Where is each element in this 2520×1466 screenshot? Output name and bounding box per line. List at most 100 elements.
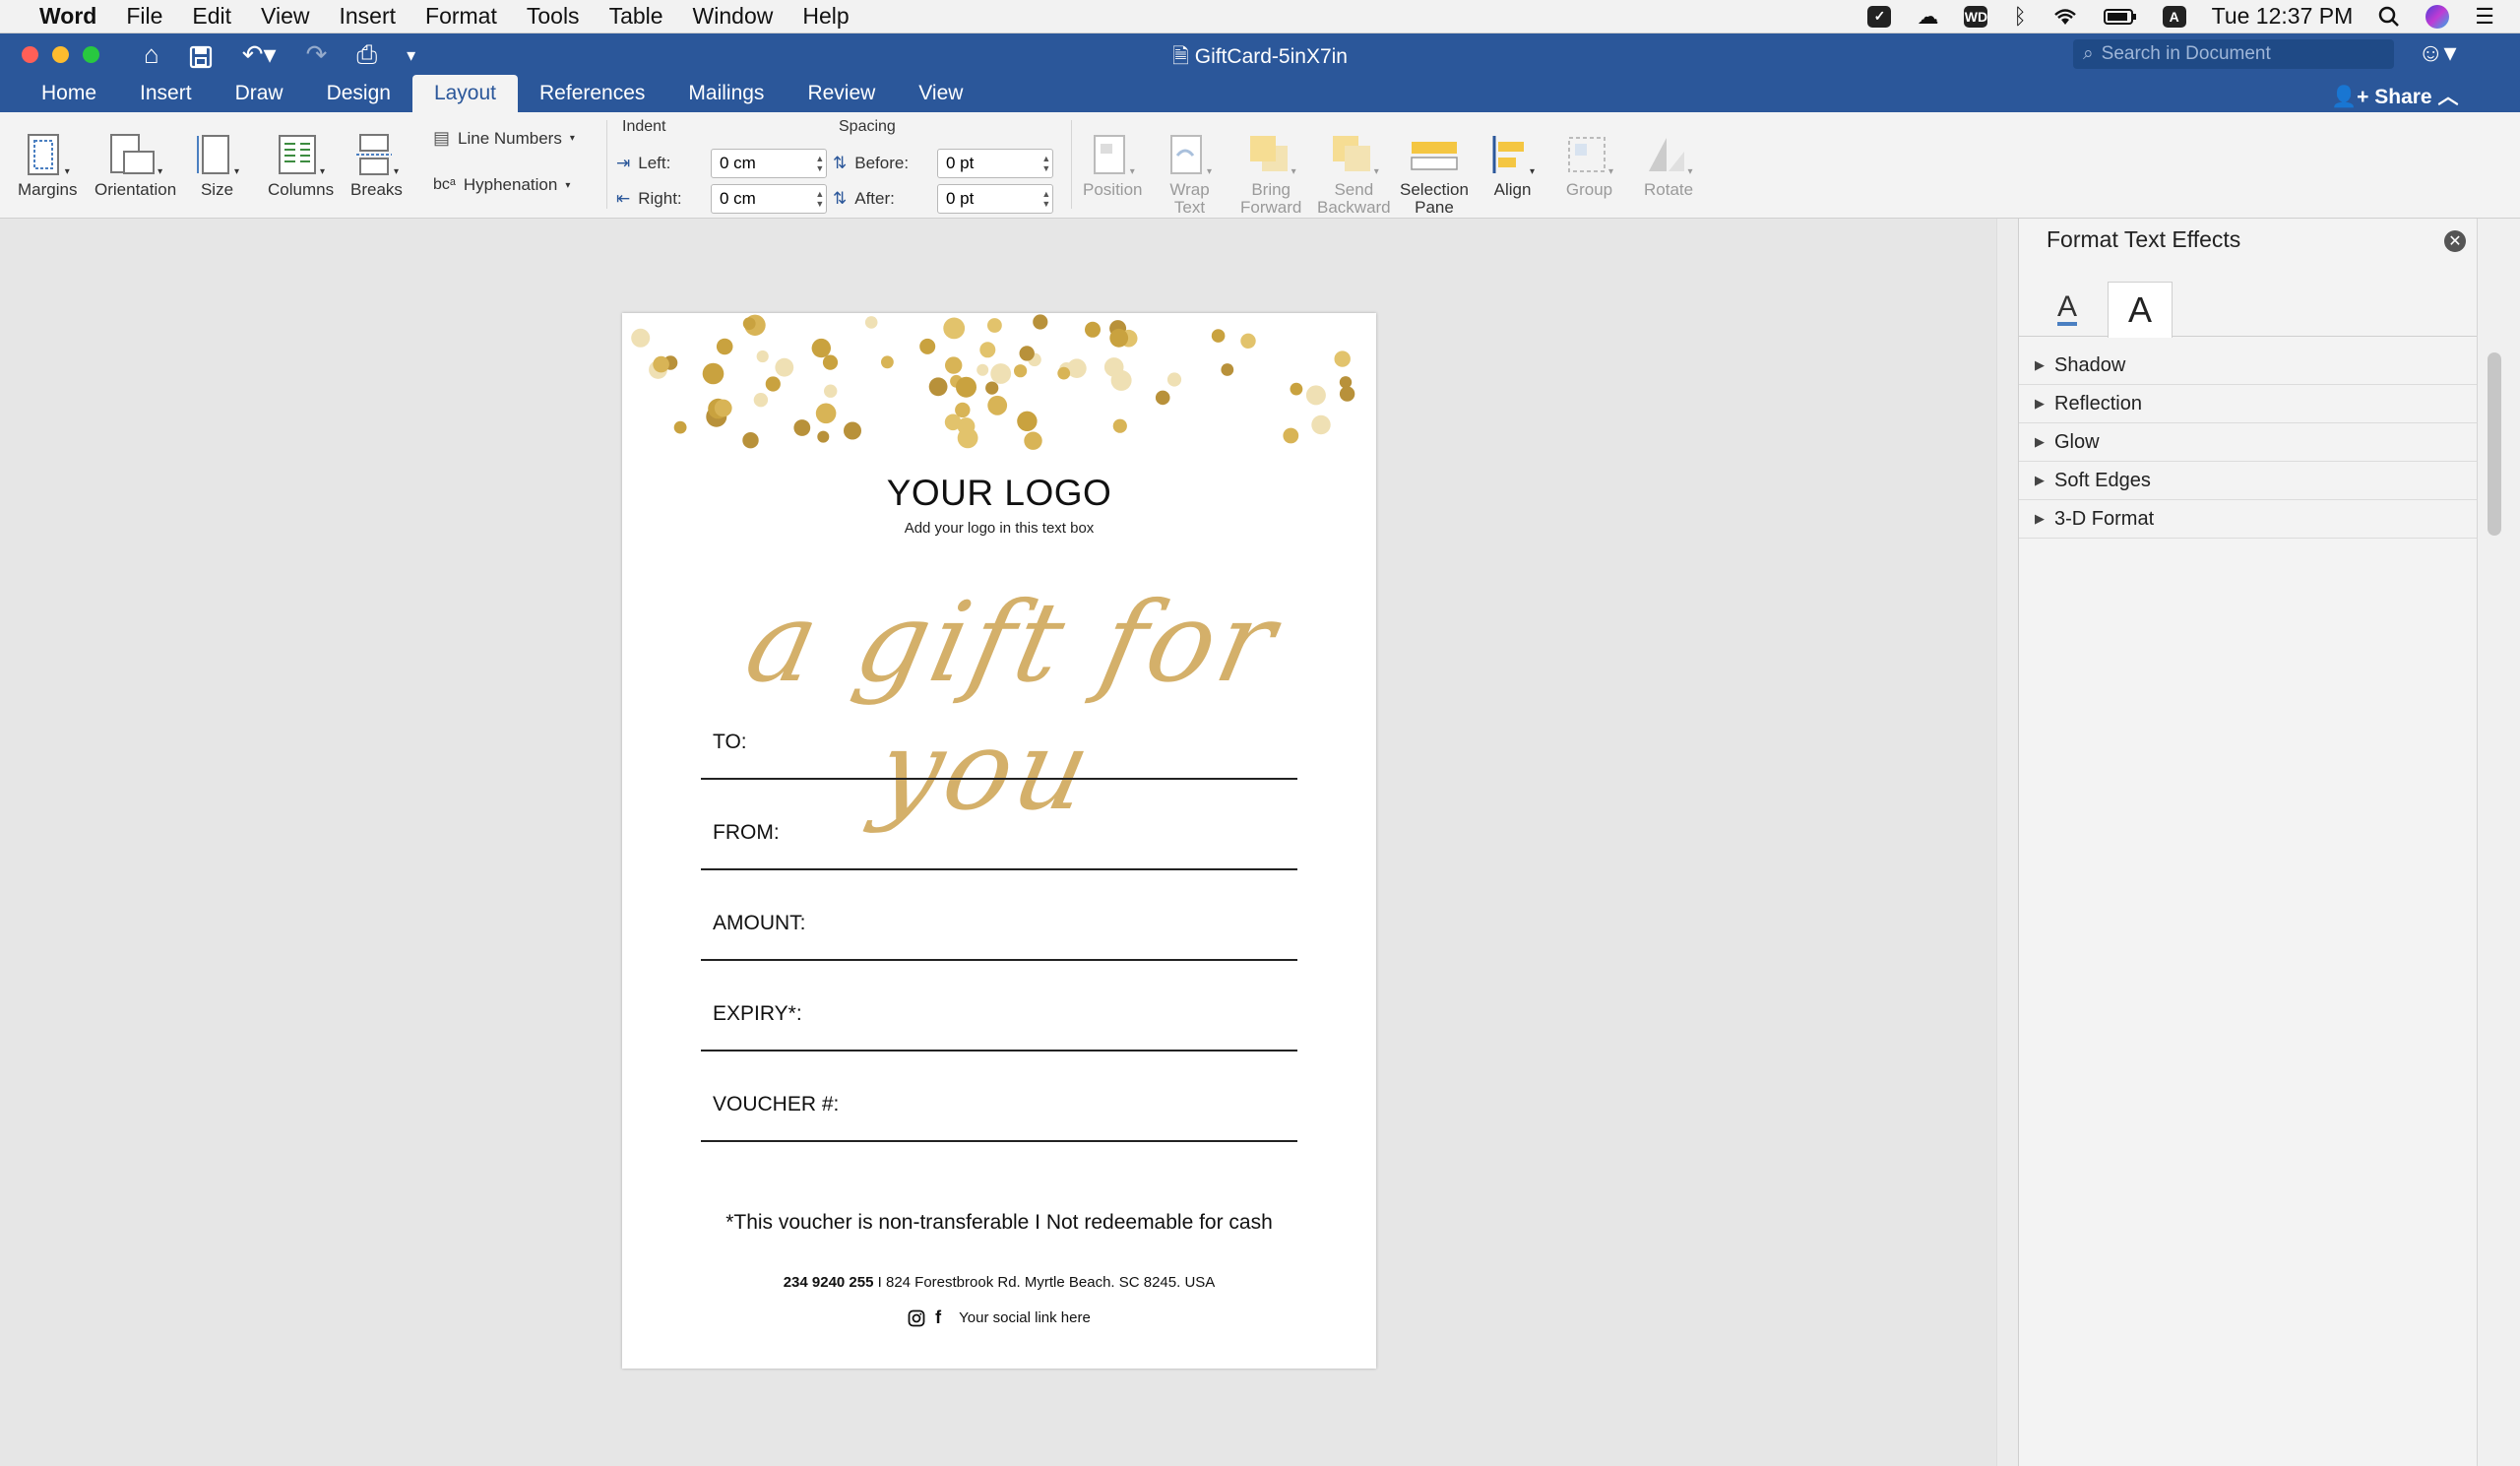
selection-pane-button[interactable]: Selection Pane: [1400, 124, 1469, 217]
spacing-after-field[interactable]: ▲▼: [937, 184, 1053, 214]
print-icon[interactable]: ⎙: [356, 39, 377, 71]
section-shadow[interactable]: ▶ Shadow: [2019, 347, 2478, 385]
spotlight-search-icon[interactable]: [2378, 6, 2400, 28]
indent-right-stepper[interactable]: ▲ ▼: [814, 189, 826, 209]
tab-home[interactable]: Home: [20, 76, 118, 111]
hyphenation-button[interactable]: bcᵃ Hyphenation ▾: [433, 175, 570, 195]
tab-layout[interactable]: Layout: [411, 75, 519, 112]
search-input[interactable]: [2101, 43, 2377, 65]
indent-left-stepper[interactable]: ▲ ▼: [814, 154, 826, 173]
spacing-before-field[interactable]: ▲▼: [937, 149, 1053, 178]
section-glow[interactable]: ▶ Glow: [2019, 423, 2478, 462]
send-backward-button[interactable]: ▾ Send Backward: [1317, 124, 1391, 217]
search-in-document[interactable]: ⌕: [2073, 39, 2394, 69]
save-icon[interactable]: [189, 45, 213, 69]
confetti-dot: [742, 317, 756, 331]
menu-format[interactable]: Format: [410, 3, 512, 30]
feedback-smiley-icon[interactable]: ☺▾: [2418, 37, 2457, 68]
field-expiry[interactable]: EXPIRY*:: [701, 1002, 1297, 1052]
wrap-text-button[interactable]: ▾ Wrap Text: [1167, 124, 1212, 217]
indent-right-input[interactable]: [712, 189, 814, 209]
spacing-after-input[interactable]: [938, 189, 1040, 209]
menu-app[interactable]: Word: [18, 3, 111, 30]
menu-table[interactable]: Table: [595, 3, 678, 30]
position-button[interactable]: ▾ Position: [1083, 124, 1142, 199]
bring-forward-button[interactable]: ▾ Bring Forward: [1240, 124, 1301, 217]
size-button[interactable]: ▾ Size: [195, 124, 239, 199]
input-source-icon[interactable]: A: [2162, 5, 2186, 28]
orientation-button[interactable]: ▾ Orientation: [94, 124, 176, 199]
minimize-window-button[interactable]: [52, 46, 69, 63]
wifi-icon[interactable]: [2052, 7, 2078, 27]
menu-edit[interactable]: Edit: [177, 3, 246, 30]
menu-window[interactable]: Window: [678, 3, 788, 30]
spacing-after-stepper[interactable]: ▲ ▼: [1040, 189, 1052, 209]
field-to[interactable]: TO:: [701, 731, 1297, 780]
tab-design[interactable]: Design: [305, 76, 412, 111]
share-button[interactable]: 👤+ Share ︿: [2331, 81, 2458, 110]
tab-draw[interactable]: Draw: [214, 76, 305, 111]
vertical-scrollbar[interactable]: [2477, 219, 2520, 1466]
align-button[interactable]: ▾ Align: [1490, 124, 1535, 199]
spacing-before-input[interactable]: [938, 154, 1040, 173]
tab-view[interactable]: View: [897, 76, 984, 111]
section-reflection[interactable]: ▶ Reflection: [2019, 385, 2478, 423]
home-icon[interactable]: ⌂: [144, 39, 159, 71]
margins-button[interactable]: ▾ Margins: [18, 124, 77, 199]
menu-tools[interactable]: Tools: [512, 3, 595, 30]
columns-button[interactable]: ▾ Columns: [268, 124, 334, 199]
checkmark-status-icon[interactable]: ✓: [1867, 5, 1892, 28]
confetti-dot: [1155, 390, 1170, 406]
customize-qat-icon[interactable]: ▾: [407, 45, 415, 71]
indent-left-input[interactable]: [712, 154, 814, 173]
menu-insert[interactable]: Insert: [324, 3, 410, 30]
confetti-dot: [1024, 431, 1042, 450]
spacing-before-stepper[interactable]: ▲ ▼: [1040, 154, 1052, 173]
siri-icon[interactable]: [2426, 4, 2450, 29]
document-page[interactable]: YOUR LOGO Add your logo in this text box…: [622, 313, 1376, 1369]
tab-review[interactable]: Review: [786, 76, 897, 111]
social-line[interactable]: f Your social link here: [622, 1307, 1376, 1328]
undo-icon[interactable]: ↶▾: [242, 39, 277, 71]
breaks-button[interactable]: ▾ Breaks: [350, 124, 403, 199]
logo-placeholder[interactable]: YOUR LOGO: [622, 473, 1376, 514]
line-numbers-button[interactable]: ▤ Line Numbers ▾: [433, 128, 575, 149]
creative-cloud-icon[interactable]: ☁: [1917, 4, 1938, 30]
tab-mailings[interactable]: Mailings: [666, 76, 786, 111]
notification-center-icon[interactable]: ☰: [2475, 4, 2494, 30]
text-effects-icon: A: [2127, 289, 2152, 330]
rotate-button[interactable]: ▾ Rotate: [1644, 124, 1693, 199]
logo-hint[interactable]: Add your logo in this text box: [622, 520, 1376, 537]
text-effects-tab[interactable]: A: [2108, 282, 2173, 338]
tab-references[interactable]: References: [518, 76, 666, 111]
social-link: Your social link here: [959, 1309, 1091, 1326]
zoom-window-button[interactable]: [83, 46, 99, 63]
menubar-clock[interactable]: Tue 12:37 PM: [2212, 3, 2354, 30]
close-pane-icon[interactable]: ✕: [2444, 230, 2466, 252]
indent-left-field[interactable]: ▲▼: [711, 149, 827, 178]
battery-icon[interactable]: [2103, 8, 2137, 26]
gift-script-heading[interactable]: a gift for you: [622, 579, 1376, 835]
section-3d-format[interactable]: ▶ 3-D Format: [2019, 500, 2478, 539]
menu-help[interactable]: Help: [788, 3, 863, 30]
text-fill-outline-tab[interactable]: A: [2035, 282, 2100, 337]
field-voucher[interactable]: VOUCHER #:: [701, 1093, 1297, 1142]
collapse-ribbon-icon[interactable]: ︿: [2432, 86, 2458, 108]
group-button[interactable]: ▾ Group: [1565, 124, 1613, 199]
menu-file[interactable]: File: [111, 3, 177, 30]
bluetooth-icon[interactable]: ᛒ: [2013, 4, 2026, 30]
wd-drive-icon[interactable]: WD: [1964, 5, 1988, 28]
rotate-icon: [1648, 138, 1684, 171]
field-amount[interactable]: AMOUNT:: [701, 912, 1297, 961]
menu-view[interactable]: View: [246, 3, 324, 30]
scrollbar-thumb[interactable]: [2488, 352, 2501, 536]
field-from[interactable]: FROM:: [701, 821, 1297, 870]
tab-insert[interactable]: Insert: [118, 76, 214, 111]
close-window-button[interactable]: [22, 46, 38, 63]
document-workspace[interactable]: YOUR LOGO Add your logo in this text box…: [0, 219, 1996, 1466]
contact-line[interactable]: 234 9240 255 I 824 Forestbrook Rd. Myrtl…: [622, 1274, 1376, 1291]
section-soft-edges[interactable]: ▶ Soft Edges: [2019, 462, 2478, 500]
indent-right-field[interactable]: ▲▼: [711, 184, 827, 214]
voucher-terms[interactable]: *This voucher is non-transferable I Not …: [622, 1211, 1376, 1235]
redo-icon[interactable]: ↷: [306, 39, 328, 71]
